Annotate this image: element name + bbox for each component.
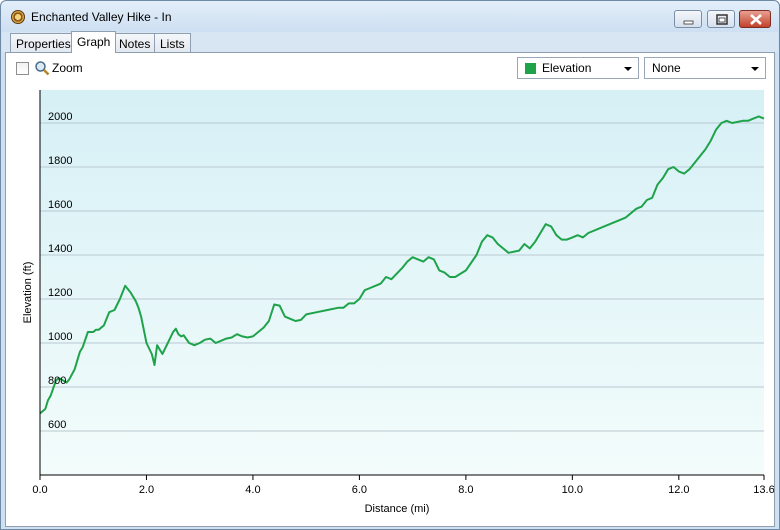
x-tick-label: 0.0 [32, 484, 47, 496]
x-tick-label: 4.0 [245, 484, 260, 496]
window-title: Enchanted Valley Hike - In [31, 10, 172, 24]
maximize-icon [716, 14, 728, 25]
tab-notes[interactable]: Notes [113, 33, 157, 52]
chevron-down-icon [751, 67, 759, 71]
y-tick-label: 1800 [48, 155, 72, 167]
tab-bar: Properties Graph Notes Lists [2, 31, 778, 53]
x-tick-label: 8.0 [458, 484, 473, 496]
x-tick-label: 10.0 [562, 484, 583, 496]
graph-panel: Zoom Elevation None 600 800 1000 1200 14… [5, 52, 775, 527]
secondary-select-value: None [652, 61, 681, 75]
y-tick-label: 1600 [48, 199, 72, 211]
close-icon [750, 14, 762, 25]
plot-area [40, 90, 764, 475]
minimize-icon [683, 20, 694, 25]
zoom-label: Zoom [52, 61, 83, 75]
elevation-chart[interactable]: 600 800 1000 1200 1400 1600 1800 2000 0.0 2.0 4.0 6… [6, 85, 774, 526]
magnifier-icon [35, 61, 50, 76]
graph-toolbar: Zoom Elevation None [6, 53, 774, 85]
chevron-down-icon [624, 67, 632, 71]
series-select[interactable]: Elevation [517, 57, 639, 79]
x-tick-label: 12.0 [668, 484, 689, 496]
zoom-checkbox[interactable] [16, 62, 29, 75]
tab-lists[interactable]: Lists [154, 33, 191, 52]
app-icon [11, 10, 25, 24]
x-axis-label: Distance (mi) [365, 503, 430, 515]
x-tick-label: 2.0 [139, 484, 154, 496]
close-button[interactable] [739, 10, 771, 28]
y-tick-label: 800 [48, 375, 66, 387]
y-axis-label: Elevation (ft) [22, 262, 34, 324]
secondary-series-select[interactable]: None [644, 57, 766, 79]
minimize-button[interactable] [674, 10, 702, 28]
title-bar[interactable]: Enchanted Valley Hike - In [1, 1, 779, 32]
x-tick-label: 13.6 [753, 484, 774, 496]
app-window: Enchanted Valley Hike - In Properties Gr… [0, 0, 780, 530]
tab-properties[interactable]: Properties [10, 33, 77, 52]
series-color-swatch [525, 63, 536, 74]
y-tick-label: 600 [48, 419, 66, 431]
y-tick-label: 1400 [48, 243, 72, 255]
y-tick-label: 2000 [48, 111, 72, 123]
series-select-value: Elevation [542, 61, 592, 75]
tab-graph[interactable]: Graph [71, 31, 117, 53]
y-tick-label: 1200 [48, 287, 72, 299]
maximize-button[interactable] [707, 10, 735, 28]
x-tick-label: 6.0 [352, 484, 367, 496]
y-tick-label: 1000 [48, 331, 72, 343]
